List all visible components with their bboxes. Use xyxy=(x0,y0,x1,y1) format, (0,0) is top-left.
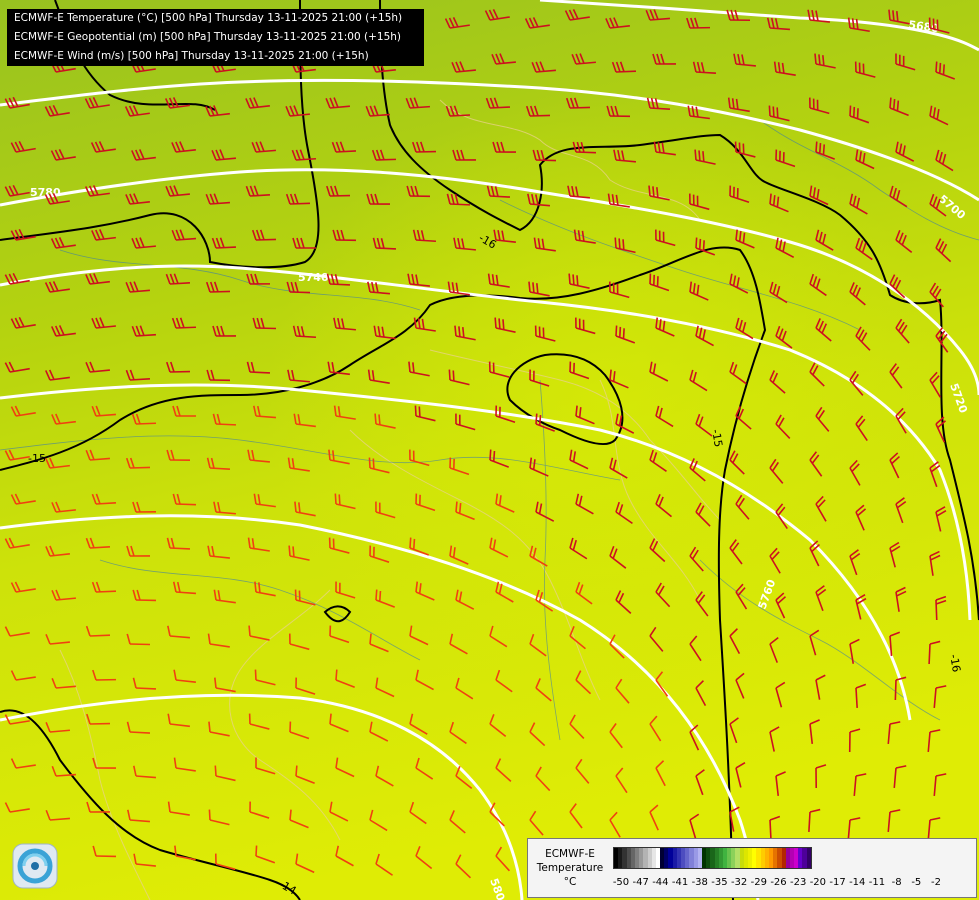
legend-tick: -11 xyxy=(868,877,886,888)
legend-tick: -17 xyxy=(829,877,846,888)
legend-unit: °C xyxy=(563,876,577,888)
warm-core xyxy=(0,0,979,900)
legend-tick: -14 xyxy=(849,877,866,888)
logo-icon xyxy=(12,843,58,889)
map-title-box: ECMWF-E Temperature (°C) [500 hPa] Thurs… xyxy=(7,9,424,66)
legend-tick: -20 xyxy=(809,877,827,888)
legend-tick: -44 xyxy=(652,877,669,888)
title-geopotential: ECMWF-E Geopotential (m) [500 hPa] Thurs… xyxy=(14,31,402,43)
legend-tick: -29 xyxy=(750,877,767,888)
isohypse-label: 5780 xyxy=(30,186,61,199)
legend-tick: -38 xyxy=(691,877,708,888)
legend-tick: -8 xyxy=(891,877,902,888)
isotherm-label: -15 xyxy=(28,452,46,465)
legend-tick: -5 xyxy=(911,877,922,888)
isohypse-label: 5740 xyxy=(298,271,329,284)
legend-tick: -2 xyxy=(931,877,941,888)
legend-tick: -32 xyxy=(730,877,748,888)
title-wind: ECMWF-E Wind (m/s) [500 hPa] Thursday 13… xyxy=(14,50,369,62)
legend-tick: -47 xyxy=(632,877,649,888)
legend-tick: -26 xyxy=(770,877,787,888)
weather-map: 5680 5700 5720 5740 5760 5780 5800 -16 -… xyxy=(0,0,979,900)
legend-title: ECMWF-E Temperature °C xyxy=(530,847,610,889)
legend-swatch xyxy=(806,848,811,868)
legend-title-variable: Temperature xyxy=(536,862,604,874)
title-temperature: ECMWF-E Temperature (°C) [500 hPa] Thurs… xyxy=(14,12,403,24)
legend-tick: -41 xyxy=(671,877,689,888)
legend-color-bar xyxy=(613,847,812,869)
legend-title-model: ECMWF-E xyxy=(545,848,595,860)
legend-tick: -50 xyxy=(612,877,630,888)
temperature-legend: ECMWF-E Temperature °C -50 -47 -44 -41 -38 -3… xyxy=(527,838,977,898)
legend-tick: -23 xyxy=(790,877,807,888)
legend-tick: -35 xyxy=(711,877,728,888)
